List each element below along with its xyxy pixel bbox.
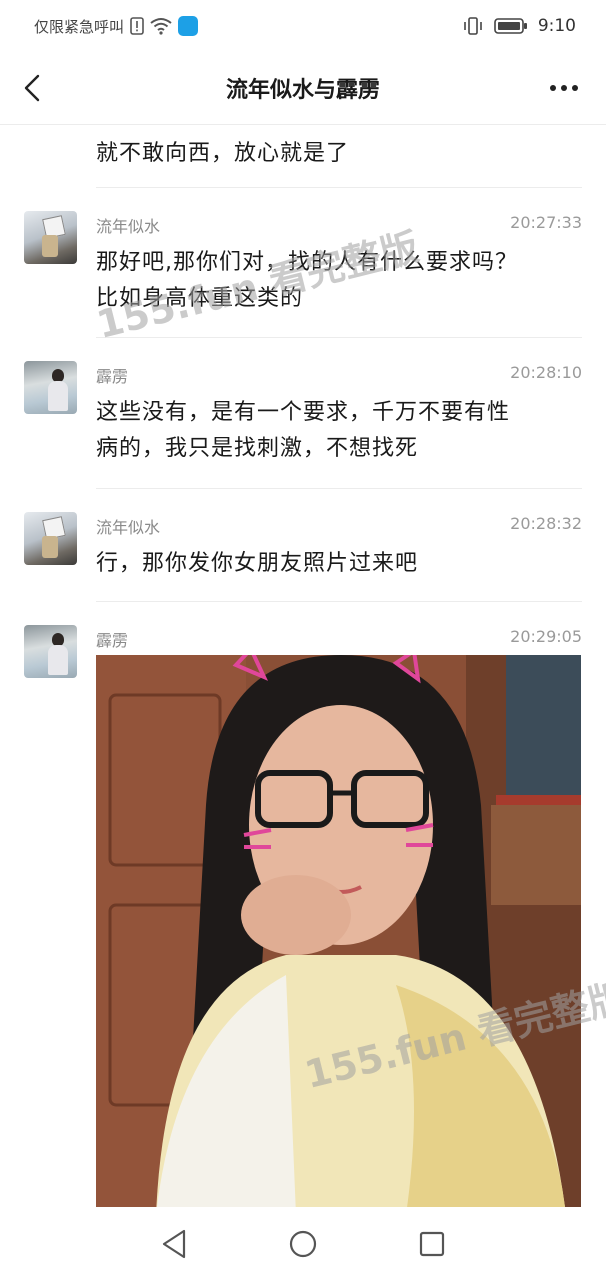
message-text: 行，那你发你女朋友照片过来吧 — [96, 546, 566, 582]
sender-name: 流年似水 — [96, 518, 161, 537]
message-line: 比如身高体重这类的 — [96, 286, 304, 311]
nav-back-icon — [163, 1229, 186, 1258]
message-divider — [96, 187, 582, 188]
message-item: 霹雳 20:29:05 — [0, 625, 606, 1207]
more-button[interactable] — [544, 70, 584, 106]
status-right: 9:10 — [462, 16, 576, 36]
vibrate-icon — [462, 16, 484, 36]
carrier-text: 仅限紧急呼叫 — [34, 17, 125, 36]
more-dots-icon — [550, 85, 578, 91]
status-left: 仅限紧急呼叫 — [34, 16, 199, 37]
message-item: 流年似水 20:28:32 行，那你发你女朋友照片过来吧 — [0, 512, 606, 592]
message-line: 病的，我只是找刺激，不想找死 — [96, 436, 419, 461]
message-time: 20:28:32 — [510, 514, 582, 533]
navigation-bar — [0, 1207, 606, 1280]
nav-home-button[interactable] — [283, 1224, 323, 1264]
clock: 9:10 — [537, 16, 576, 36]
message-line: 这些没有，是有一个要求，千万不要有性 — [96, 400, 511, 425]
message-line: 那好吧,那你们对，找的人有什么要求吗？ — [96, 250, 518, 275]
nav-recents-button[interactable] — [412, 1224, 452, 1264]
message-text: 那好吧,那你们对，找的人有什么要求吗？ 比如身高体重这类的 — [96, 245, 566, 317]
battery-icon — [494, 17, 528, 35]
message-divider — [96, 488, 582, 489]
sender-name: 霹雳 — [96, 631, 129, 650]
title-bar: 流年似水与霹雳 — [0, 52, 606, 125]
chat-area[interactable]: 就不敢向西，放心就是了 流年似水 20:27:33 那好吧,那你们对，找的人有什… — [0, 125, 606, 1207]
sender-name: 流年似水 — [96, 217, 161, 236]
avatar[interactable] — [24, 211, 77, 264]
message-line: 行，那你发你女朋友照片过来吧 — [96, 551, 419, 576]
message-photo[interactable] — [96, 655, 581, 1207]
avatar[interactable] — [24, 625, 77, 678]
message-text-partial: 就不敢向西，放心就是了 — [96, 141, 350, 166]
nav-back-button[interactable] — [154, 1224, 194, 1264]
app-notification-icon — [178, 16, 199, 36]
message-divider — [96, 337, 582, 338]
message-time: 20:27:33 — [510, 213, 582, 232]
nav-recents-icon — [419, 1231, 444, 1256]
sender-name: 霹雳 — [96, 367, 129, 386]
nav-home-icon — [289, 1230, 317, 1257]
sim-alert-icon — [130, 17, 144, 35]
wifi-icon — [150, 17, 172, 35]
message-time: 20:29:05 — [510, 627, 582, 646]
photo-content — [96, 655, 581, 1207]
status-bar: 仅限紧急呼叫 9:10 — [0, 0, 606, 52]
avatar[interactable] — [24, 361, 77, 414]
message-item: 霹雳 20:28:10 这些没有，是有一个要求，千万不要有性 病的，我只是找刺激… — [0, 361, 606, 481]
avatar[interactable] — [24, 512, 77, 565]
message-text: 这些没有，是有一个要求，千万不要有性 病的，我只是找刺激，不想找死 — [96, 395, 566, 467]
message-item: 流年似水 20:27:33 那好吧,那你们对，找的人有什么要求吗？ 比如身高体重… — [0, 211, 606, 331]
message-time: 20:28:10 — [510, 363, 582, 382]
message-divider — [96, 601, 582, 602]
page-title: 流年似水与霹雳 — [225, 78, 380, 103]
